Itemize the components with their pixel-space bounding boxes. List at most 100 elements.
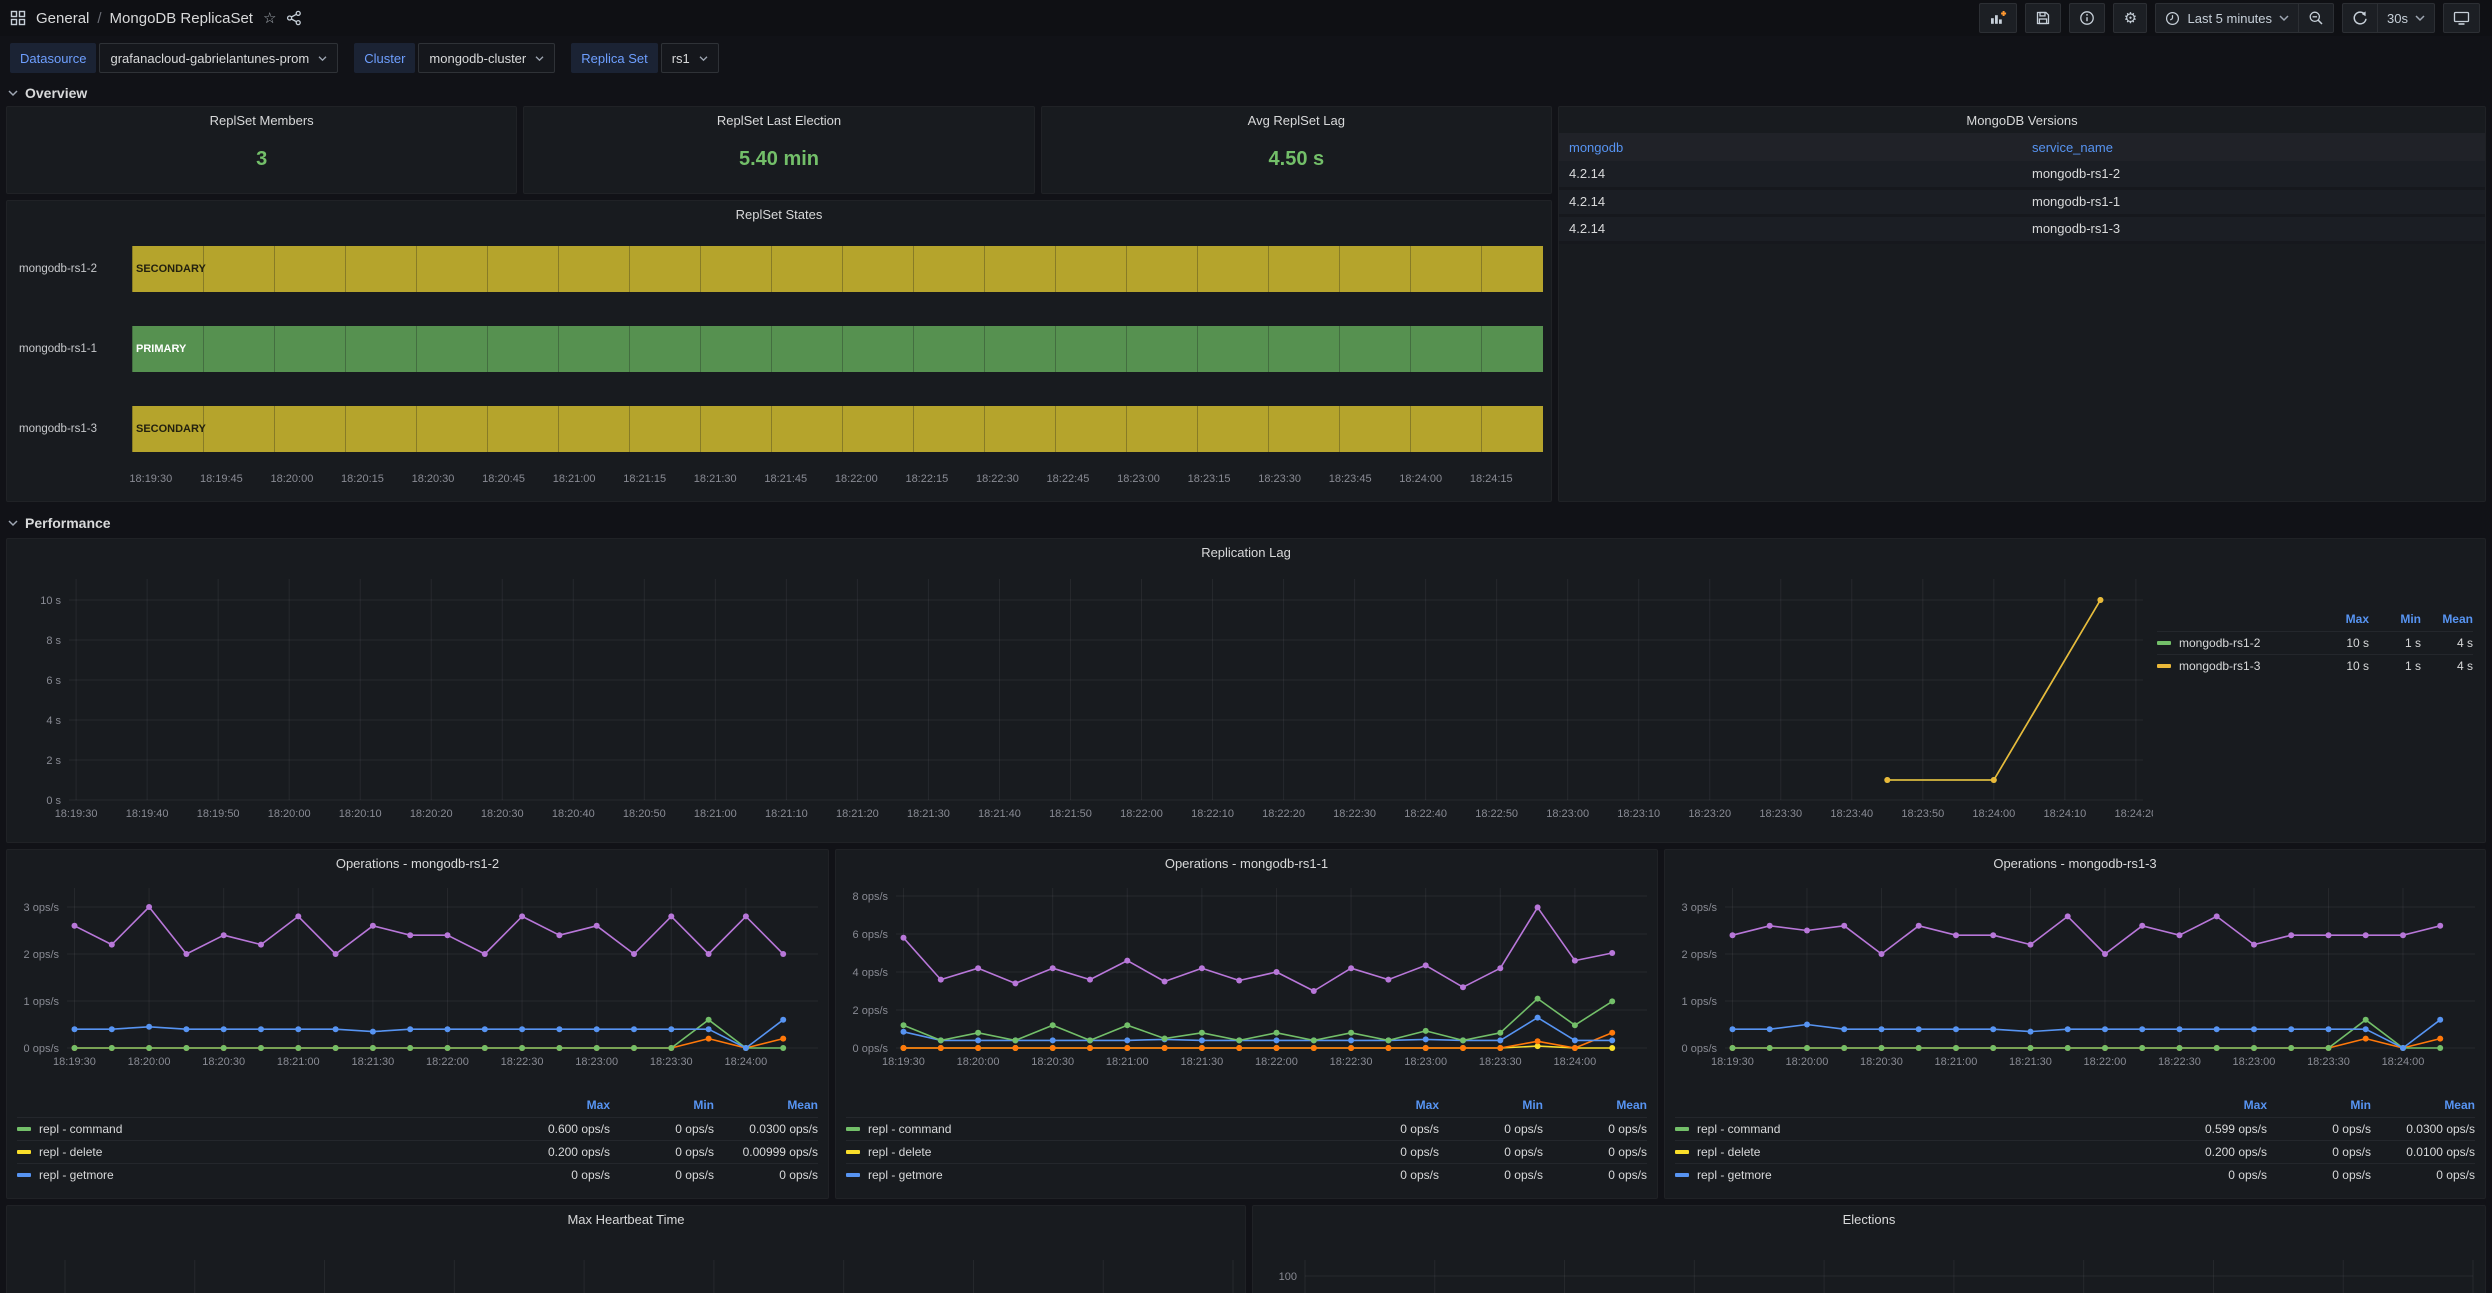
legend-item-repl-delete[interactable]: repl - delete 0.200 ops/s 0 ops/s 0.0100 op… [1675,1140,2475,1163]
operations-rs1-1-chart[interactable]: 18:19:30 18:20:00 18:20:30 18:21:00 18:21:30… [836,876,1657,1091]
legend-item-repl-command[interactable]: repl - command 0.599 ops/s 0 ops/s 0.0300 o… [1675,1117,2475,1140]
filter-value-cluster[interactable]: mongodb-cluster [418,43,556,73]
timeline-state-bar[interactable]: PRIMARY [132,326,1543,372]
y-tick-label: 0 ops/s [853,1043,889,1055]
legend-header-min[interactable]: Min [2369,612,2421,626]
share-icon[interactable] [286,10,302,26]
panel-title[interactable]: Replication Lag [7,539,2485,565]
ops_rs1_3-plot[interactable]: 18:19:30 18:20:00 18:20:30 18:21:00 18:21:30… [1665,876,2485,1086]
legend-header-mean[interactable]: Mean [1543,1098,1647,1112]
elections-plot[interactable]: 10080 [1253,1232,2485,1293]
series-point [1460,1045,1466,1051]
dashboard-info-button[interactable] [2069,3,2106,33]
panel-replication-lag: Replication Lag 18:19:30 18:19:40 18:19:50… [6,538,2486,843]
filter-value-replica-set[interactable]: rs1 [660,43,719,73]
timeline-state-bar[interactable]: SECONDARY [132,246,1543,292]
x-tick-label: 18:22:40 [1404,808,1447,820]
legend-header-min[interactable]: Min [1439,1098,1543,1112]
max-heartbeat-time-chart[interactable]: 10 s [7,1232,1245,1293]
refresh-button[interactable] [2342,3,2379,33]
panel-replset-last-election: ReplSet Last Election 5.40 min [523,106,1035,194]
series-point [1990,1026,1997,1033]
series-point [2102,1026,2108,1033]
heartbeat-plot[interactable]: 10 s [7,1232,1245,1293]
replication_lag-plot[interactable]: 18:19:30 18:19:40 18:19:50 18:20:00 18:20:10… [7,565,2157,837]
legend-item-repl-command[interactable]: repl - command 0 ops/s 0 ops/s 0 ops/s [846,1117,1647,1140]
section-overview[interactable]: Overview [6,80,2486,106]
series-point [1161,1045,1168,1051]
panel-title[interactable]: MongoDB Versions [1559,107,2485,133]
series-point [71,1045,78,1051]
y-tick-label: 2 ops/s [1682,949,1718,961]
filter-value-datasource[interactable]: grafanacloud-gabrielantunes-prom [99,43,339,73]
ops_rs1_2-plot[interactable]: 18:19:30 18:20:00 18:20:30 18:21:00 18:21:30… [7,876,828,1086]
legend-item-repl-delete[interactable]: repl - delete 0 ops/s 0 ops/s 0 ops/s [846,1140,1647,1163]
legend-value: 10 s [2346,659,2369,673]
series-point [519,1026,526,1033]
operations-rs1-2-chart[interactable]: 18:19:30 18:20:00 18:20:30 18:21:00 18:21:30… [7,876,828,1091]
section-performance[interactable]: Performance [6,510,2486,536]
legend-item-repl-command[interactable]: repl - command 0.600 ops/s 0 ops/s 0.0300 o… [17,1117,818,1140]
breadcrumb-folder[interactable]: General [36,10,89,27]
legend-item-repl-getmore[interactable]: repl - getmore 0 ops/s 0 ops/s 0 ops/s [846,1163,1647,1186]
panel-title[interactable]: Operations - mongodb-rs1-2 [7,850,828,876]
series-point [1497,1045,1504,1051]
x-tick-label: 18:20:00 [957,1056,1000,1068]
series-point [2027,1028,2034,1035]
time-range-picker[interactable]: Last 5 minutes [2155,3,2300,33]
panel-title[interactable]: Avg ReplSet Lag [1042,107,1551,133]
column-header-service-name[interactable]: service_name [2022,133,2485,161]
legend-header-max[interactable]: Max [506,1098,610,1112]
refresh-interval-picker[interactable]: 30s [2378,3,2435,33]
panel-title[interactable]: ReplSet States [7,201,1551,227]
save-dashboard-button[interactable] [2025,3,2062,33]
legend-series-name: repl - getmore [868,1168,943,1182]
panel-title[interactable]: ReplSet Last Election [524,107,1033,133]
legend-value: 0 ops/s [1608,1145,1647,1159]
legend-value: 0 ops/s [571,1168,610,1182]
replset-states-timeline[interactable]: mongodb-rs1-2 SECONDARY mongodb-rs1-1 PRIMA… [7,227,1551,491]
x-tick-label: 18:22:00 [834,473,878,485]
legend-value: 0 ops/s [675,1168,714,1182]
panel-title[interactable]: Max Heartbeat Time [7,1206,1245,1232]
legend-header-max[interactable]: Max [2163,1098,2267,1112]
legend-header-min[interactable]: Min [610,1098,714,1112]
legend-item-repl-getmore[interactable]: repl - getmore 0 ops/s 0 ops/s 0 ops/s [1675,1163,2475,1186]
replication-lag-chart[interactable]: 18:19:30 18:19:40 18:19:50 18:20:00 18:20:10… [7,565,2157,842]
add-panel-button[interactable] [1979,3,2018,33]
filter-label-datasource: Datasource [10,43,97,73]
column-header-mongodb[interactable]: mongodb [1559,133,2022,161]
tv-mode-button[interactable] [2443,3,2480,33]
panel-title[interactable]: Elections [1253,1206,2485,1232]
ops_rs1_1-plot[interactable]: 18:19:30 18:20:00 18:20:30 18:21:00 18:21:30… [836,876,1657,1086]
zoom-out-button[interactable] [2299,3,2335,33]
legend-header-max[interactable]: Max [1335,1098,1439,1112]
elections-chart[interactable]: 10080 [1253,1232,2485,1293]
dashboard-settings-button[interactable]: ⚙ [2113,3,2148,33]
y-tick-label: 0 s [46,795,61,807]
x-tick-label: 18:19:40 [126,808,169,820]
panel-title[interactable]: ReplSet Members [7,107,516,133]
versions-table-cell: 4.2.14 [1559,188,2022,217]
legend-item-mongodb-rs1-2[interactable]: mongodb-rs1-2 10 s 1 s 4 s [2157,631,2473,654]
series-point [631,1026,637,1033]
series-point [2288,1026,2295,1033]
star-icon[interactable]: ☆ [263,9,276,27]
legend-header-max[interactable]: Max [2317,612,2369,626]
timeline-state-bar[interactable]: SECONDARY [132,406,1543,452]
apps-grid-icon[interactable] [10,10,26,26]
legend-header-mean[interactable]: Mean [2421,612,2473,626]
legend-header-mean[interactable]: Mean [2371,1098,2475,1112]
legend-header-min[interactable]: Min [2267,1098,2371,1112]
series-point [1348,1045,1355,1051]
legend-item-repl-getmore[interactable]: repl - getmore 0 ops/s 0 ops/s 0 ops/s [17,1163,818,1186]
legend-header-mean[interactable]: Mean [714,1098,818,1112]
panel-title[interactable]: Operations - mongodb-rs1-1 [836,850,1657,876]
panel-title[interactable]: Operations - mongodb-rs1-3 [1665,850,2485,876]
x-tick-label: 18:22:30 [2158,1056,2201,1068]
legend-item-mongodb-rs1-3[interactable]: mongodb-rs1-3 10 s 1 s 4 s [2157,654,2473,677]
legend-item-repl-delete[interactable]: repl - delete 0.200 ops/s 0 ops/s 0.00999 o… [17,1140,818,1163]
operations-rs1-3-chart[interactable]: 18:19:30 18:20:00 18:20:30 18:21:00 18:21:30… [1665,876,2485,1091]
breadcrumb-dashboard-title[interactable]: MongoDB ReplicaSet [110,10,253,27]
timeline-row-label: mongodb-rs1-2 [19,263,97,275]
